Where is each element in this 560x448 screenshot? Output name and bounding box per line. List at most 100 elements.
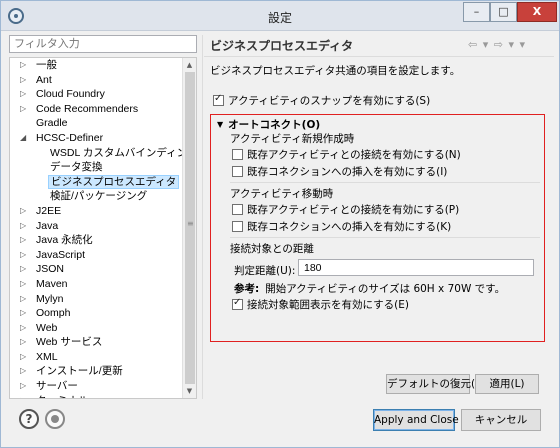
- tree-scrollbar[interactable]: ▲ ≡ ▼: [182, 58, 196, 398]
- autoconnect-toggle[interactable]: ▼ オートコネクト(O): [217, 117, 320, 132]
- note-text: 開始アクティビティのサイズは 60H x 70W です。: [265, 283, 506, 295]
- tree-item[interactable]: ▷ サーバー: [10, 379, 183, 394]
- new-insert-check-icon[interactable]: [232, 166, 243, 177]
- page-title: ビジネスプロセスエディタ: [210, 39, 354, 53]
- apply-button[interactable]: 適用(L): [475, 374, 539, 394]
- page-description: ビジネスプロセスエディタ共通の項目を設定します。: [210, 65, 461, 77]
- maximize-button[interactable]: □: [490, 2, 517, 22]
- tree-item-label: J2EE: [36, 204, 62, 217]
- expand-arrow-icon[interactable]: ▷: [20, 364, 26, 379]
- expand-arrow-icon[interactable]: ▷: [20, 262, 26, 277]
- expand-arrow-icon[interactable]: ▷: [20, 248, 26, 263]
- note-label: 参考:: [234, 283, 260, 295]
- tree-list: ▷ 一般 ▷ Ant ▷ Cloud Foundry ▷ Code Recommenders G…: [10, 58, 196, 398]
- tree-item[interactable]: ▷ Maven: [10, 277, 183, 292]
- tree-item-label: Code Recommenders: [36, 102, 139, 115]
- tree-item[interactable]: ▷ Oomph: [10, 306, 183, 321]
- autoconnect-group: ▼ オートコネクト(O) アクティビティ新規作成時 既存アクティビティとの接続を…: [210, 114, 545, 342]
- history-nav-icon[interactable]: ⇦ ▾ ⇨ ▾ ▾: [468, 38, 526, 51]
- snap-checkbox[interactable]: アクティビティのスナップを有効にする(S): [213, 93, 430, 108]
- move-connect-checkbox[interactable]: 既存アクティビティとの接続を有効にする(P): [232, 202, 459, 217]
- tree-item[interactable]: ▷ インストール/更新: [10, 364, 183, 379]
- tree-item[interactable]: ▷ Web サービス: [10, 335, 183, 350]
- tree-item[interactable]: WSDL カスタムバインディング: [10, 146, 196, 161]
- new-insert-checkbox[interactable]: 既存コネクションへの挿入を有効にする(I): [232, 164, 447, 179]
- expanded-arrow-icon[interactable]: ◢: [20, 131, 26, 146]
- right-pane: ビジネスプロセスエディタ ⇦ ▾ ⇨ ▾ ▾ ビジネスプロセスエディタ共通の項目…: [204, 35, 554, 399]
- tree-item[interactable]: ▷ JavaScript: [10, 248, 183, 263]
- restore-defaults-button[interactable]: デフォルトの復元(T): [386, 374, 486, 394]
- tree-item-label: Ant: [36, 73, 52, 86]
- expand-arrow-icon[interactable]: ▷: [20, 350, 26, 365]
- tree-item[interactable]: Gradle: [10, 116, 183, 131]
- new-connect-check-icon[interactable]: [232, 149, 243, 160]
- section-divider: [230, 182, 540, 183]
- filter-input[interactable]: [9, 35, 197, 53]
- minimize-button[interactable]: –: [463, 2, 490, 22]
- tree-item[interactable]: 検証/パッケージング: [10, 189, 183, 204]
- tree-item[interactable]: ▷ Mylyn: [10, 292, 183, 307]
- distance-label: 判定距離(U):: [234, 265, 296, 277]
- range-display-checkbox[interactable]: 接続対象範囲表示を有効にする(E): [232, 297, 409, 312]
- move-insert-check-icon[interactable]: [232, 221, 243, 232]
- expand-arrow-icon[interactable]: ▷: [20, 335, 26, 350]
- expand-arrow-icon[interactable]: ▷: [20, 58, 26, 73]
- distance-input[interactable]: [298, 259, 534, 276]
- pane-divider[interactable]: [202, 35, 203, 399]
- tree-item-label: WSDL カスタムバインディング: [50, 146, 197, 159]
- title-divider: [204, 56, 554, 57]
- tree-item[interactable]: ▷ Web: [10, 321, 183, 336]
- expand-arrow-icon[interactable]: ▷: [20, 306, 26, 321]
- snap-check-icon[interactable]: [213, 93, 224, 106]
- tree-item[interactable]: ▷ Java 永続化: [10, 233, 183, 248]
- move-insert-label: 既存コネクションへの挿入を有効にする(K): [247, 221, 452, 233]
- tree-item[interactable]: ◢ HCSC-Definer: [10, 131, 183, 146]
- cancel-button[interactable]: キャンセル: [461, 409, 541, 431]
- tree-item[interactable]: ▷ Cloud Foundry: [10, 87, 183, 102]
- move-insert-checkbox[interactable]: 既存コネクションへの挿入を有効にする(K): [232, 219, 451, 234]
- expand-arrow-icon[interactable]: ▷: [20, 219, 26, 234]
- tree-item[interactable]: ▷ XML: [10, 350, 183, 365]
- tree-item[interactable]: ▷ 一般: [10, 58, 183, 73]
- close-button[interactable]: X: [517, 2, 557, 22]
- tree-item-label: HCSC-Definer: [36, 131, 104, 144]
- expand-arrow-icon[interactable]: ▷: [20, 87, 26, 102]
- expand-arrow-icon[interactable]: ▷: [20, 73, 26, 88]
- tree-item-label: Gradle: [36, 117, 68, 130]
- tree-item-label: Web サービス: [36, 336, 103, 349]
- apply-and-close-button[interactable]: Apply and Close: [373, 409, 459, 431]
- size-note: 参考: 開始アクティビティのサイズは 60H x 70W です。: [234, 281, 505, 296]
- expand-arrow-icon[interactable]: ▷: [20, 321, 26, 336]
- new-connect-checkbox[interactable]: 既存アクティビティとの接続を有効にする(N): [232, 147, 461, 162]
- expand-arrow-icon[interactable]: ▷: [20, 292, 26, 307]
- expand-arrow-icon[interactable]: ▷: [20, 204, 26, 219]
- preference-tree: ▷ 一般 ▷ Ant ▷ Cloud Foundry ▷ Code Recommenders G…: [9, 57, 197, 399]
- tree-item[interactable]: ビジネスプロセスエディタ: [10, 174, 183, 190]
- tree-item[interactable]: データ変換: [10, 160, 183, 175]
- scroll-down-arrow-icon[interactable]: ▼: [183, 384, 196, 398]
- tree-item[interactable]: ▷ Ant: [10, 73, 183, 88]
- record-icon[interactable]: [45, 409, 65, 429]
- distance-section-label: 接続対象との距離: [230, 243, 314, 255]
- tree-item-label: データ変換: [50, 161, 103, 174]
- scroll-thumb[interactable]: ≡: [185, 72, 195, 384]
- expand-arrow-icon[interactable]: ▷: [20, 277, 26, 292]
- tree-item[interactable]: ▷ ターミナル: [10, 394, 183, 398]
- range-check-icon[interactable]: [232, 297, 243, 310]
- move-connect-check-icon[interactable]: [232, 204, 243, 215]
- tree-item[interactable]: ▷ Code Recommenders: [10, 102, 183, 117]
- expand-arrow-icon[interactable]: ▷: [20, 233, 26, 248]
- tree-item-label: ターミナル: [34, 394, 91, 398]
- scroll-up-arrow-icon[interactable]: ▲: [183, 58, 196, 72]
- tree-item[interactable]: ▷ Java: [10, 219, 183, 234]
- tree-item-label: Maven: [36, 277, 68, 290]
- expand-arrow-icon[interactable]: ▷: [20, 102, 26, 117]
- expand-arrow-icon[interactable]: ▷: [20, 379, 26, 394]
- tree-item[interactable]: ▷ J2EE: [10, 204, 183, 219]
- expand-arrow-icon[interactable]: ▷: [20, 394, 26, 398]
- tree-item[interactable]: ▷ JSON: [10, 262, 183, 277]
- section-divider: [230, 237, 540, 238]
- tree-item-label: JSON: [36, 263, 65, 276]
- tree-item-label: Web: [36, 321, 58, 334]
- help-icon[interactable]: ?: [19, 409, 39, 429]
